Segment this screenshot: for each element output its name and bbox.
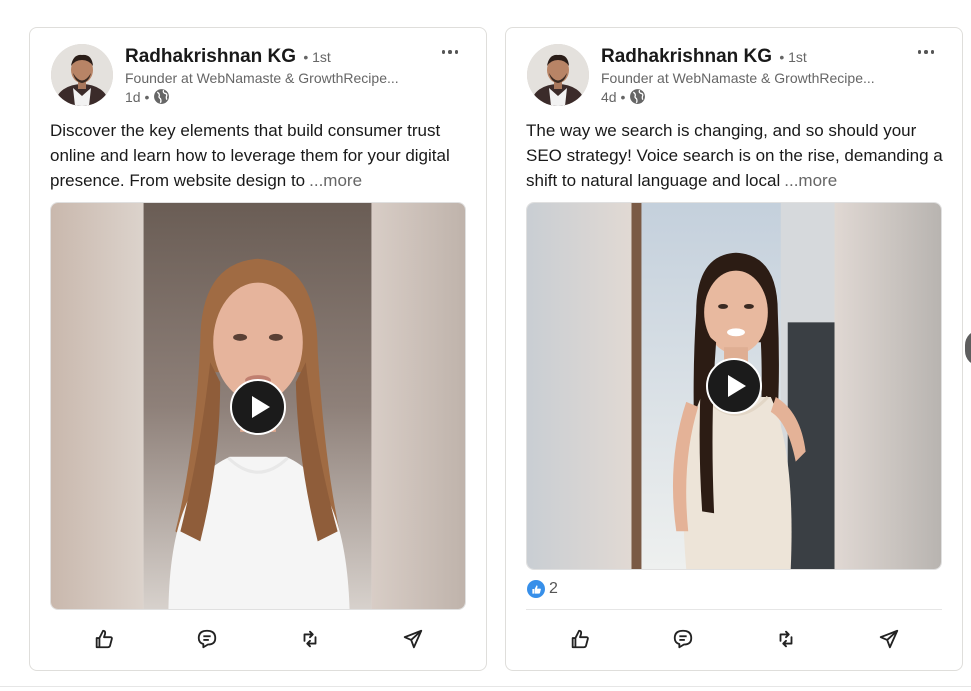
like-button[interactable] bbox=[540, 622, 620, 656]
post-time: 1d • bbox=[125, 88, 150, 105]
comment-icon bbox=[197, 629, 216, 649]
repost-icon bbox=[779, 630, 792, 648]
comment-button[interactable] bbox=[167, 622, 247, 656]
post-text-body: The way we search is changing, and so sh… bbox=[526, 121, 943, 190]
post-text: Discover the key elements that build con… bbox=[50, 118, 470, 193]
send-icon bbox=[403, 629, 422, 649]
connection-degree: • 1st bbox=[303, 49, 331, 65]
play-icon[interactable] bbox=[230, 379, 286, 435]
author-name-text[interactable]: Radhakrishnan KG bbox=[125, 46, 296, 67]
send-icon bbox=[879, 629, 898, 649]
post-actions bbox=[506, 622, 962, 656]
post-card: Radhakrishnan KG • 1st Founder at WebNam… bbox=[505, 27, 963, 671]
thumbs-up-icon bbox=[95, 629, 113, 649]
reaction-count[interactable]: 2 bbox=[549, 580, 558, 598]
post-time: 4d • bbox=[601, 88, 626, 105]
send-button[interactable] bbox=[373, 622, 453, 656]
comment-button[interactable] bbox=[643, 622, 723, 656]
comment-icon bbox=[673, 629, 692, 649]
author-avatar[interactable] bbox=[51, 44, 113, 106]
repost-button[interactable] bbox=[270, 622, 350, 656]
post-meta: 1d • bbox=[125, 88, 170, 105]
author-headline: Founder at WebNamaste & GrowthRecipe... bbox=[125, 70, 399, 86]
play-icon[interactable] bbox=[706, 358, 762, 414]
thumbs-up-icon bbox=[527, 580, 545, 598]
send-button[interactable] bbox=[849, 622, 929, 656]
post-actions bbox=[30, 622, 486, 656]
ellipsis-icon[interactable] bbox=[438, 42, 462, 62]
connection-degree: • 1st bbox=[779, 49, 807, 65]
globe-icon bbox=[153, 88, 170, 105]
globe-icon bbox=[629, 88, 646, 105]
video-player[interactable] bbox=[50, 202, 466, 610]
post-meta: 4d • bbox=[601, 88, 646, 105]
author-name[interactable]: Radhakrishnan KG • 1st bbox=[601, 46, 807, 68]
post-text: The way we search is changing, and so sh… bbox=[526, 118, 946, 193]
thumbs-up-icon bbox=[571, 629, 589, 649]
repost-button[interactable] bbox=[746, 622, 826, 656]
repost-icon bbox=[303, 630, 316, 648]
author-name[interactable]: Radhakrishnan KG • 1st bbox=[125, 46, 331, 68]
divider bbox=[526, 609, 942, 610]
carousel-next-button[interactable] bbox=[965, 330, 971, 366]
like-button[interactable] bbox=[64, 622, 144, 656]
feed: Radhakrishnan KG • 1st Founder at WebNam… bbox=[0, 0, 971, 691]
see-more-link[interactable]: ...more bbox=[309, 171, 362, 190]
divider bbox=[0, 686, 971, 687]
ellipsis-icon[interactable] bbox=[914, 42, 938, 62]
author-headline: Founder at WebNamaste & GrowthRecipe... bbox=[601, 70, 875, 86]
post-text-body: Discover the key elements that build con… bbox=[50, 121, 450, 190]
post-card: Radhakrishnan KG • 1st Founder at WebNam… bbox=[29, 27, 487, 671]
author-name-text[interactable]: Radhakrishnan KG bbox=[601, 46, 772, 67]
video-player[interactable] bbox=[526, 202, 942, 570]
reactions-summary[interactable]: 2 bbox=[527, 580, 558, 598]
see-more-link[interactable]: ...more bbox=[784, 171, 837, 190]
author-avatar[interactable] bbox=[527, 44, 589, 106]
